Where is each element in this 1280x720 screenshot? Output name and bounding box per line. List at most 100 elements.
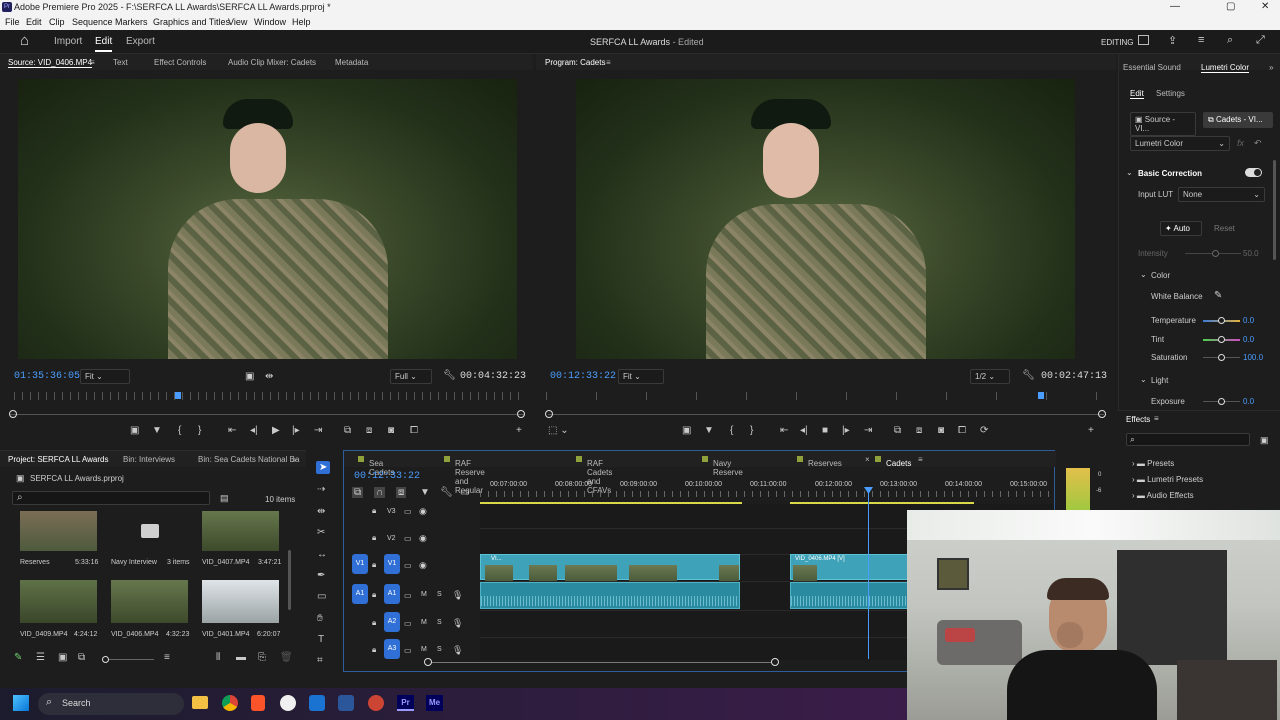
thumbnail-size-slider[interactable] [102, 656, 109, 663]
intensity-value[interactable]: 50.0 [1243, 249, 1259, 258]
program-menu-icon[interactable]: ≡ [606, 58, 611, 67]
tab-lumetri-color[interactable]: Lumetri Color [1201, 63, 1250, 73]
lumetri-scrollbar[interactable] [1273, 160, 1276, 260]
track-a1-target[interactable]: A1 [384, 584, 400, 604]
trim-icon[interactable]: ⧈ [916, 425, 922, 436]
hand-icon[interactable]: ✋︎ [317, 613, 323, 624]
timeline-zoom-scrollbar[interactable] [428, 662, 774, 663]
linked-selection-icon[interactable]: ⧈ [396, 487, 407, 498]
lock-icon[interactable]: 🔒︎ [372, 618, 376, 628]
wrench-icon[interactable]: 🔧︎ [443, 370, 456, 381]
timeline-tab-raf-cadets[interactable]: RAF Cadets and CFAVs [576, 455, 612, 495]
light-heading[interactable]: Light [1151, 376, 1168, 385]
messaging-icon[interactable] [280, 695, 296, 711]
taskbar-search-input[interactable]: ⌕ Search [38, 693, 184, 715]
project-item-reserves[interactable] [20, 511, 97, 551]
step-back-icon[interactable]: ◂| [250, 425, 258, 436]
menu-markers[interactable]: Markers [115, 17, 148, 27]
eyedropper-icon[interactable]: ✎ [1214, 290, 1222, 301]
maximize-button[interactable]: ▢ [1226, 1, 1235, 12]
source-ruler[interactable] [14, 392, 522, 400]
play-icon[interactable]: ▶ [272, 425, 280, 436]
ripple-edit-icon[interactable]: ⇹ [317, 506, 325, 517]
input-lut-dropdown[interactable]: None ⌄ [1178, 187, 1265, 202]
source-scrollbar[interactable] [10, 414, 524, 415]
menu-graphics[interactable]: Graphics and Titles [153, 17, 230, 27]
program-video-frame[interactable] [576, 79, 1075, 359]
add-marker-icon[interactable]: ▣ [130, 425, 139, 436]
panel-menu-icon[interactable]: ≡ [90, 58, 95, 67]
project-item-vid-0409[interactable] [20, 580, 97, 623]
menu-edit[interactable]: Edit [26, 17, 42, 27]
automate-icon[interactable]: ⫴ [216, 652, 220, 663]
track-a3-target[interactable]: A3 [384, 639, 400, 659]
project-scrollbar[interactable] [288, 550, 291, 610]
app-icon[interactable] [368, 695, 384, 711]
timeline-menu-icon[interactable]: ≡ [918, 455, 923, 464]
mark-in-icon[interactable]: { [178, 425, 181, 436]
exposure-value[interactable]: 0.0 [1243, 397, 1254, 406]
mark-out-icon[interactable]: } [198, 425, 201, 436]
program-mark-out-icon[interactable]: } [750, 425, 753, 436]
program-timecode[interactable]: 00:12:33:22 [550, 371, 616, 382]
project-search-input[interactable]: ⌕ [12, 491, 210, 505]
program-scrollbar[interactable] [548, 414, 1104, 415]
source-a1-patch[interactable]: A1 [352, 584, 368, 604]
premiere-taskbar-icon[interactable]: Pr [397, 695, 414, 711]
saturation-value[interactable]: 100.0 [1243, 353, 1263, 362]
project-item-vid-0407[interactable] [202, 511, 279, 551]
tab-metadata[interactable]: Metadata [335, 58, 368, 67]
timeline-tab-navy-reserve[interactable]: Navy Reserve [702, 455, 743, 477]
timeline-settings-icon[interactable]: 🔧︎ [440, 487, 453, 498]
trash-icon[interactable]: 🗑︎ [280, 652, 293, 663]
lumetri-settings-tab[interactable]: Settings [1156, 89, 1185, 98]
project-item-vid-0401[interactable] [202, 580, 279, 623]
button-editor-icon[interactable]: ⧠ [410, 425, 418, 436]
track-v1-target[interactable]: V1 [384, 554, 400, 574]
lock-icon[interactable]: 🔒︎ [372, 645, 376, 655]
export-frame-icon[interactable]: ◙ [938, 425, 944, 436]
color-heading[interactable]: Color [1151, 271, 1170, 280]
tab-bin-interviews[interactable]: Bin: Interviews [123, 455, 175, 464]
source-timecode[interactable]: 01:35:36:05 [14, 371, 80, 382]
pencil-icon[interactable]: ✎ [14, 652, 22, 663]
freeform-view-icon[interactable]: ⧉ [78, 652, 85, 663]
icon-view-icon[interactable]: ▣ [58, 652, 67, 663]
close-button[interactable]: ✕ [1261, 1, 1269, 12]
menu-help[interactable]: Help [292, 17, 311, 27]
program-go-to-in-icon[interactable]: ⇤ [780, 425, 788, 436]
lift-icon[interactable]: ▣ [682, 425, 691, 436]
workspaces-icon[interactable] [1138, 35, 1149, 45]
program-step-forward-icon[interactable]: |▸ [842, 425, 850, 436]
vr-icon[interactable]: ⟳ [980, 425, 988, 436]
program-step-back-icon[interactable]: ◂| [800, 425, 808, 436]
mute-icon[interactable]: M [421, 646, 427, 653]
timeline-tab-sea-cadets[interactable]: Sea Cadets [358, 455, 394, 477]
light-chevron-icon[interactable]: ⌄ [1140, 375, 1147, 384]
sync-lock-icon[interactable]: ▭ [404, 561, 412, 570]
slip-icon[interactable]: ↔ [317, 549, 327, 560]
solo-icon[interactable]: S [437, 619, 442, 626]
audio-effects-item[interactable]: › ▬ Audio Effects [1132, 491, 1194, 500]
source-playhead[interactable] [175, 392, 181, 399]
go-to-in-icon[interactable]: ⇤ [228, 425, 236, 436]
quick-export-icon[interactable]: ≡ [1198, 34, 1204, 46]
project-item-vid-0406[interactable] [111, 580, 188, 623]
menu-sequence[interactable]: Sequence [72, 17, 113, 27]
lumetri-presets-item[interactable]: › ▬ Lumetri Presets [1132, 475, 1203, 484]
program-marker-icon[interactable]: ▼ [704, 425, 714, 436]
source-clip-button[interactable]: ▣ Source - VI... [1130, 112, 1196, 136]
reset-icon[interactable]: ↶ [1254, 138, 1262, 149]
reset-button[interactable]: Reset [1214, 224, 1235, 233]
mic-icon[interactable]: 🎙︎ [452, 645, 463, 656]
auto-button[interactable]: ✦ Auto [1160, 221, 1202, 236]
sync-lock-icon[interactable]: ▭ [404, 591, 412, 600]
start-icon[interactable] [13, 695, 29, 711]
selection-tool-icon[interactable]: ➤ [316, 461, 331, 474]
color-chevron-icon[interactable]: ⌄ [1140, 270, 1147, 279]
tab-essential-sound[interactable]: Essential Sound [1123, 63, 1181, 72]
add-marker-timeline-icon[interactable]: ▼ [420, 487, 430, 498]
eye-icon[interactable]: ◉ [419, 506, 427, 517]
settings-icon[interactable]: ▣ [245, 371, 254, 382]
tab-text[interactable]: Text [113, 58, 128, 67]
